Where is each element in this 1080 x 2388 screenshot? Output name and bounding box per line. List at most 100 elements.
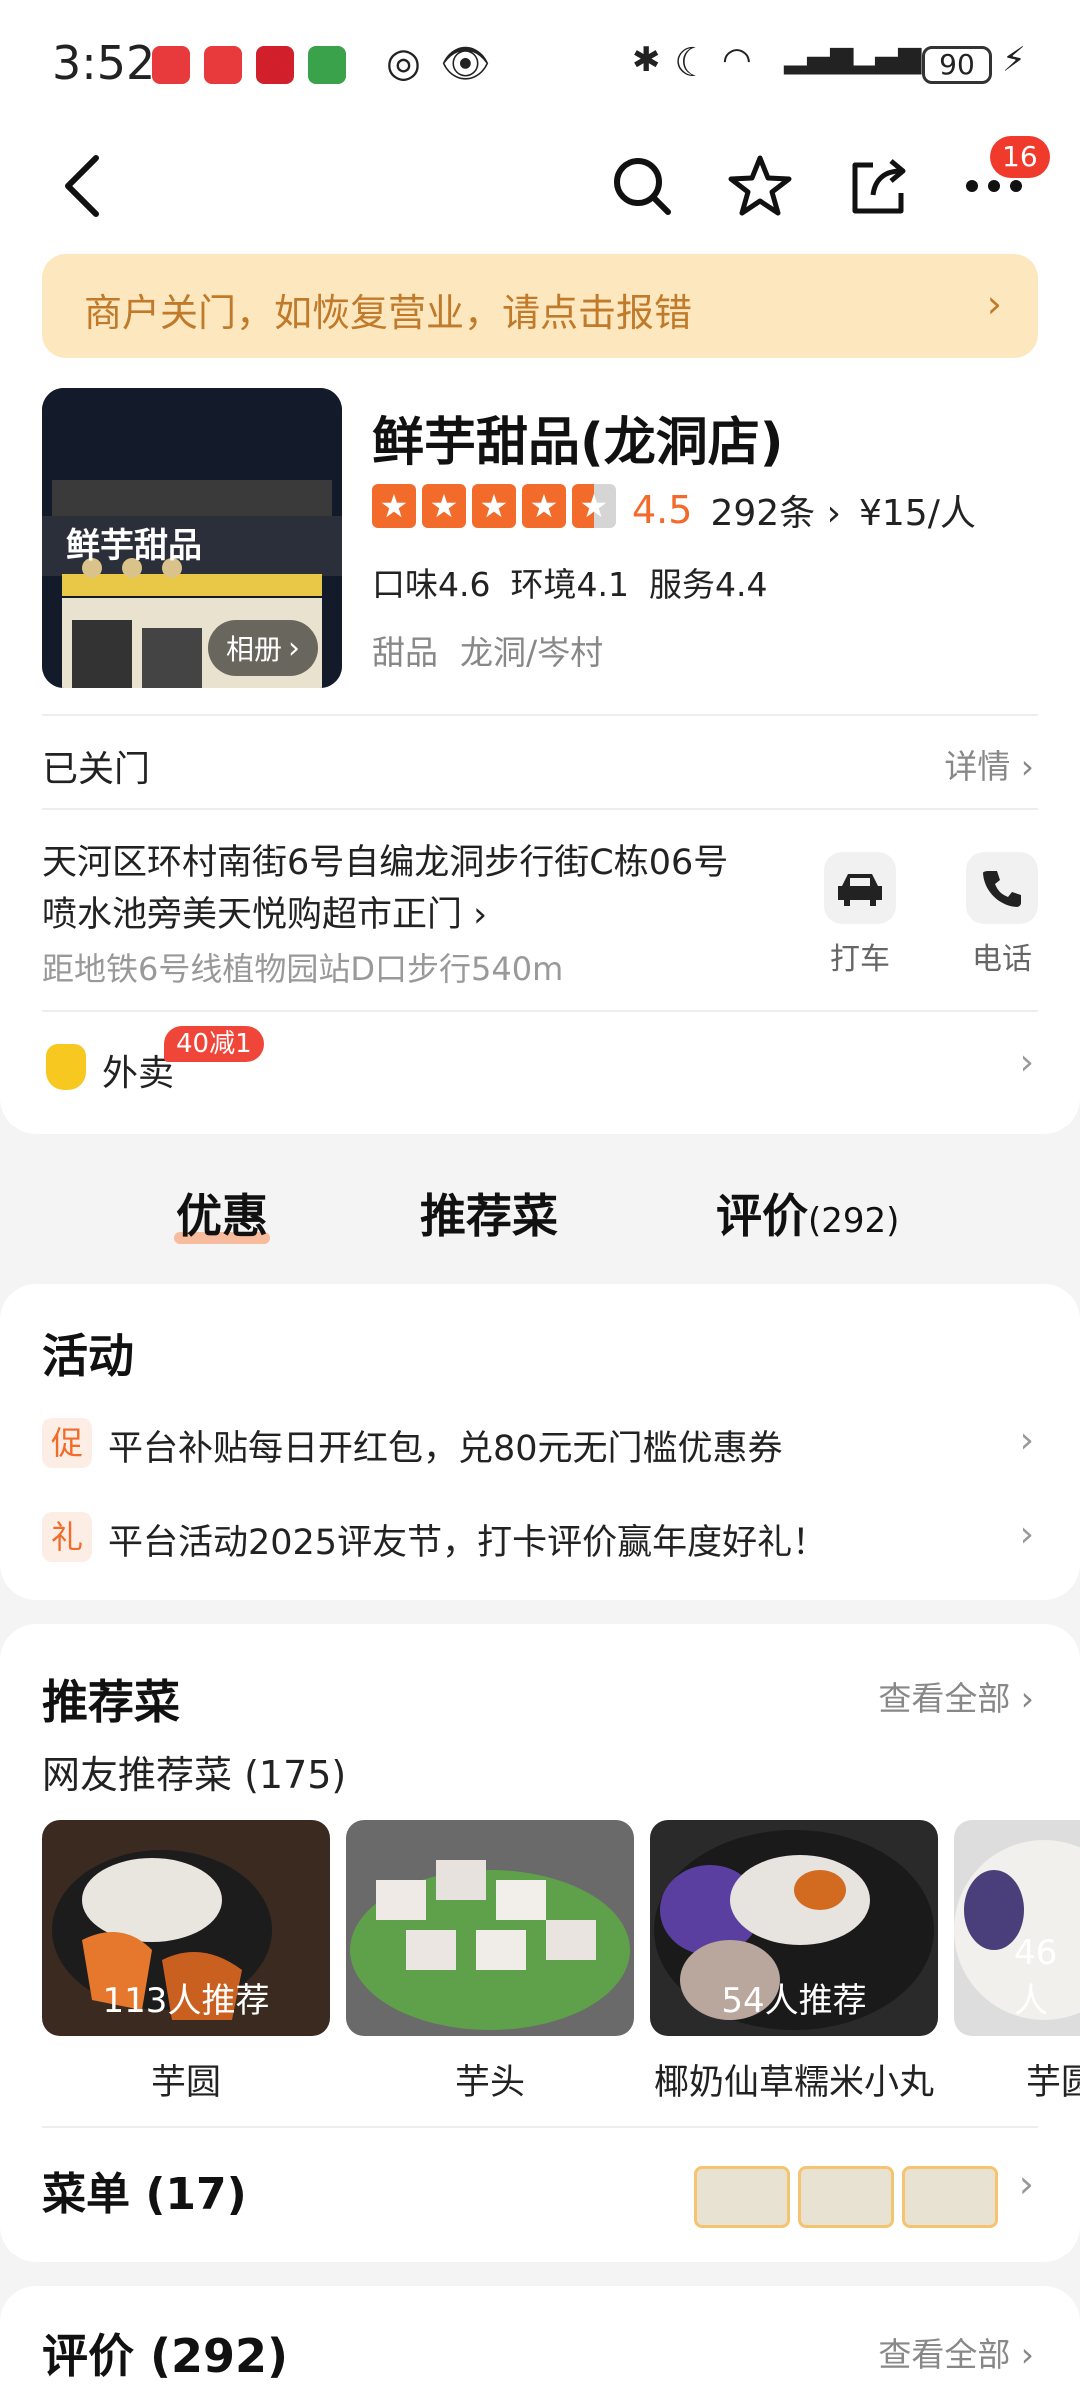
tab-reviews-label: 评价 bbox=[716, 1189, 808, 1243]
category-row: 甜品 龙洞/岑村 bbox=[372, 626, 603, 674]
divider bbox=[42, 2126, 1038, 2128]
tab-reviews-count: (292) bbox=[808, 1201, 900, 1241]
review-count: 292条 bbox=[710, 493, 816, 534]
store-info-card: 商户关门，如恢复营业，请点击报错 › 鲜芋甜品 相册 › 鲜芋甜品(龙洞店) ★… bbox=[0, 240, 1080, 1134]
chevron-right-icon: › bbox=[288, 630, 301, 666]
dish-card[interactable]: 54人推荐 bbox=[650, 1820, 938, 2036]
price-per-person: ¥15/人 bbox=[859, 493, 976, 534]
recommended-subtitle: 网友推荐菜 (175) bbox=[42, 1753, 347, 1797]
activity-item[interactable]: 促 平台补贴每日开红包，兑80元无门槛优惠券 › bbox=[0, 1404, 1080, 1484]
activity-title: 活动 bbox=[42, 1329, 134, 1383]
store-category: 甜品 bbox=[372, 633, 438, 672]
back-button[interactable] bbox=[44, 148, 120, 224]
store-area: 龙洞/岑村 bbox=[460, 633, 604, 672]
dish-name: 芋圆 bbox=[1026, 2063, 1080, 2103]
signal-icon: ▂▄▆ bbox=[784, 40, 854, 75]
share-button[interactable] bbox=[840, 148, 916, 224]
store-photo[interactable]: 鲜芋甜品 相册 › bbox=[42, 388, 342, 688]
half-star-icon: ★ bbox=[572, 484, 616, 528]
taxi-button[interactable] bbox=[824, 852, 896, 924]
rating-score: 4.5 bbox=[632, 488, 693, 532]
subway-distance: 距地铁6号线植物园站D口步行540m bbox=[42, 950, 564, 988]
app-notification-icon bbox=[308, 46, 346, 84]
chevron-right-icon: › bbox=[1010, 1679, 1034, 1718]
dish-recommend-count: 46人 bbox=[1014, 1933, 1058, 2021]
battery-indicator: 90 bbox=[922, 46, 992, 84]
favorite-button[interactable] bbox=[722, 148, 798, 224]
more-notification-badge: 16 bbox=[990, 136, 1050, 178]
menu-thumbnail[interactable] bbox=[902, 2166, 998, 2228]
chevron-right-icon: › bbox=[1019, 1420, 1034, 1461]
closed-report-banner[interactable]: 商户关门，如恢复营业，请点击报错 › bbox=[42, 254, 1038, 358]
charging-icon: ⚡ bbox=[1002, 40, 1026, 80]
star-icon: ★ bbox=[372, 484, 416, 528]
huawei-notification-icon bbox=[204, 46, 242, 84]
more-dots-icon bbox=[966, 180, 1022, 192]
status-time: 3:52 bbox=[52, 36, 156, 90]
recommended-see-all-link[interactable]: 查看全部 › bbox=[878, 1672, 1034, 1720]
menu-thumbnail[interactable] bbox=[798, 2166, 894, 2228]
gift-tag: 礼 bbox=[42, 1512, 92, 1562]
status-bar: 3:52 ◎ 👁 ✱ ☾ ◠ ▂▄▆ ▂▄▆ 90 ⚡ bbox=[0, 0, 1080, 130]
divider bbox=[42, 808, 1038, 810]
chevron-right-icon: › bbox=[815, 493, 841, 534]
phone-icon bbox=[983, 871, 1021, 907]
address-line-2[interactable]: 喷水池旁美天悦购超市正门 › bbox=[42, 886, 487, 937]
dish-recommend-count: 54人推荐 bbox=[721, 1981, 867, 2021]
search-icon bbox=[614, 158, 671, 215]
bluetooth-icon: ✱ bbox=[632, 40, 661, 80]
chevron-right-icon: › bbox=[1010, 2335, 1034, 2374]
tab-reviews[interactable]: 评价(292) bbox=[716, 1180, 899, 1246]
dish-card[interactable]: 46人 bbox=[954, 1820, 1080, 2036]
business-status: 已关门 bbox=[42, 749, 151, 790]
dish-name: 芋头 bbox=[454, 2063, 525, 2103]
detail-label: 详情 bbox=[944, 747, 1011, 786]
activity-text: 平台补贴每日开红包，兑80元无门槛优惠券 bbox=[108, 1429, 783, 1469]
store-sign-text: 鲜芋甜品 bbox=[66, 526, 202, 566]
taxi-label: 打车 bbox=[830, 942, 890, 977]
huawei-notification-icon bbox=[152, 46, 190, 84]
address-line-1[interactable]: 天河区环村南街6号自编龙洞步行街C栋06号 bbox=[42, 834, 728, 885]
dish-image bbox=[346, 1820, 634, 2036]
tab-recommended-dishes[interactable]: 推荐菜 bbox=[420, 1180, 558, 1246]
star-icon: ★ bbox=[522, 484, 566, 528]
star-outline-icon bbox=[728, 155, 792, 216]
chevron-right-icon: › bbox=[1010, 747, 1034, 786]
see-all-label: 查看全部 bbox=[878, 1679, 1011, 1718]
environment-score: 环境4.1 bbox=[510, 565, 629, 604]
dish-recommend-count: 113人推荐 bbox=[102, 1981, 270, 2021]
delivery-mascot-icon bbox=[46, 1044, 86, 1090]
chevron-right-icon: › bbox=[1019, 1042, 1034, 1083]
hours-detail-link[interactable]: 详情 › bbox=[944, 740, 1034, 788]
call-button[interactable] bbox=[966, 852, 1038, 924]
delivery-promo-badge: 40减1 bbox=[164, 1026, 264, 1062]
taste-score: 口味4.6 bbox=[372, 565, 491, 604]
menu-thumbnail[interactable] bbox=[694, 2166, 790, 2228]
recommended-title: 推荐菜 bbox=[42, 1675, 180, 1729]
dish-card[interactable]: 113人推荐 bbox=[42, 1820, 330, 2036]
star-icon: ★ bbox=[422, 484, 466, 528]
review-count-link[interactable]: 292条 › bbox=[710, 484, 841, 536]
rating-row: 4.5 292条 › ¥15/人 bbox=[632, 484, 976, 536]
signal-icon: ▂▄▆ bbox=[852, 40, 922, 75]
album-button[interactable]: 相册 › bbox=[208, 620, 319, 676]
dish-name: 椰奶仙草糯米小丸 bbox=[653, 2063, 934, 2103]
store-name: 鲜芋甜品(龙洞店) bbox=[372, 413, 784, 473]
reviews-see-all-link[interactable]: 查看全部 › bbox=[878, 2328, 1034, 2376]
tab-discounts[interactable]: 优惠 bbox=[176, 1180, 268, 1246]
promo-tag: 促 bbox=[42, 1418, 92, 1468]
star-icon: ★ bbox=[472, 484, 516, 528]
see-all-label: 查看全部 bbox=[878, 2335, 1011, 2374]
sub-scores: 口味4.6 环境4.1 服务4.4 bbox=[372, 558, 767, 606]
activity-item[interactable]: 礼 平台活动2025评友节，打卡评价赢年度好礼！ › bbox=[0, 1498, 1080, 1578]
search-button[interactable] bbox=[604, 148, 680, 224]
car-icon bbox=[838, 874, 882, 906]
reviews-title: 评价 (292) bbox=[42, 2329, 289, 2383]
dish-card[interactable] bbox=[346, 1820, 634, 2036]
chevron-right-icon: › bbox=[1019, 1514, 1034, 1555]
menu-label: 菜单 (17) bbox=[42, 2169, 247, 2220]
wifi-icon: ◠ bbox=[722, 40, 752, 80]
app-notification-icon bbox=[256, 46, 294, 84]
chevron-right-icon: › bbox=[1018, 2162, 1034, 2206]
service-score: 服务4.4 bbox=[648, 565, 768, 604]
